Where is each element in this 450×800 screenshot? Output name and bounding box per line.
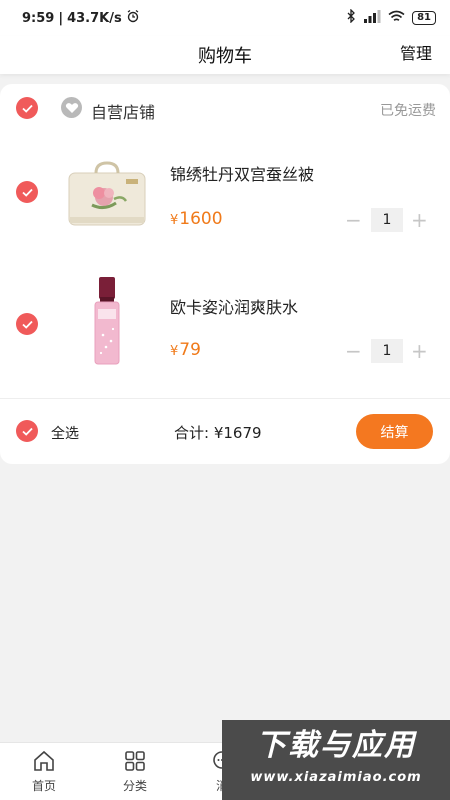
- quantity-stepper: − 1 +: [345, 207, 428, 233]
- select-all-checkbox[interactable]: [16, 420, 38, 442]
- item-name[interactable]: 欧卡姿沁润爽肤水: [170, 294, 298, 318]
- checkout-button[interactable]: 结算: [356, 414, 433, 449]
- status-separator: |: [58, 10, 64, 26]
- cart-card: 自营店铺 已免运费 锦绣牡丹双宫蚕丝被 ¥1600 − 1 + 欧卡姿沁润爽肤水…: [0, 84, 450, 464]
- tab-home[interactable]: 首页: [14, 749, 74, 794]
- home-icon: [34, 750, 54, 771]
- item-name[interactable]: 锦绣牡丹双宫蚕丝被: [170, 161, 314, 185]
- price-value: 79: [179, 340, 201, 360]
- watermark: 下载与应用 www.xiazaimiao.com: [222, 720, 450, 800]
- item-checkbox[interactable]: [16, 313, 38, 335]
- item-checkbox[interactable]: [16, 181, 38, 203]
- price-value: 1600: [179, 209, 223, 229]
- page-title: 购物车: [198, 46, 252, 67]
- checkmark-icon: [21, 427, 33, 436]
- tab-label: 首页: [31, 779, 56, 793]
- wifi-icon: [388, 10, 405, 27]
- price-symbol: ¥: [170, 344, 179, 359]
- watermark-text: 下载与应用: [256, 728, 416, 763]
- alarm-icon: [126, 9, 140, 27]
- status-bar: 9:59 | 43.7K/s 81: [0, 0, 450, 36]
- checkmark-icon: [21, 104, 33, 113]
- nav-bar: 购物车 管理: [0, 36, 450, 74]
- cart-item: 欧卡姿沁润爽肤水 ¥79 − 1 +: [0, 264, 450, 384]
- bluetooth-icon: [347, 8, 356, 27]
- increase-button[interactable]: +: [411, 338, 428, 364]
- item-price: ¥79: [170, 340, 201, 360]
- cellular-signal-icon: [363, 9, 381, 27]
- store-icon: [61, 97, 82, 118]
- category-grid-icon: [125, 751, 145, 771]
- store-row: 自营店铺 已免运费: [0, 84, 450, 134]
- tab-category[interactable]: 分类: [105, 749, 165, 794]
- status-network-speed: 43.7K/s: [67, 10, 122, 26]
- divider: [0, 398, 450, 399]
- increase-button[interactable]: +: [411, 207, 428, 233]
- quantity-input[interactable]: 1: [371, 339, 403, 363]
- store-name[interactable]: 自营店铺: [91, 99, 155, 123]
- shipping-status: 已免运费: [380, 103, 436, 119]
- price-symbol: ¥: [170, 213, 179, 228]
- select-all-label[interactable]: 全选: [51, 423, 79, 443]
- quantity-stepper: − 1 +: [345, 338, 428, 364]
- silk-quilt-box-image[interactable]: [66, 154, 148, 234]
- decrease-button[interactable]: −: [345, 338, 362, 364]
- manage-button[interactable]: 管理: [400, 40, 432, 64]
- item-price: ¥1600: [170, 209, 223, 229]
- battery-icon: 81: [412, 11, 436, 25]
- status-right: 81: [347, 8, 436, 27]
- watermark-url: www.xiazaimiao.com: [250, 770, 422, 785]
- total-amount: 合计: ¥1679: [174, 424, 262, 442]
- status-time: 9:59: [22, 10, 55, 26]
- status-left: 9:59 | 43.7K/s: [22, 9, 140, 27]
- toner-bottle-image[interactable]: [66, 277, 148, 365]
- cart-item: 锦绣牡丹双宫蚕丝被 ¥1600 − 1 +: [0, 134, 450, 254]
- quantity-input[interactable]: 1: [371, 208, 403, 232]
- tab-label: 分类: [122, 779, 147, 793]
- store-checkbox[interactable]: [16, 97, 38, 119]
- decrease-button[interactable]: −: [345, 207, 362, 233]
- checkmark-icon: [21, 320, 33, 329]
- checkmark-icon: [21, 188, 33, 197]
